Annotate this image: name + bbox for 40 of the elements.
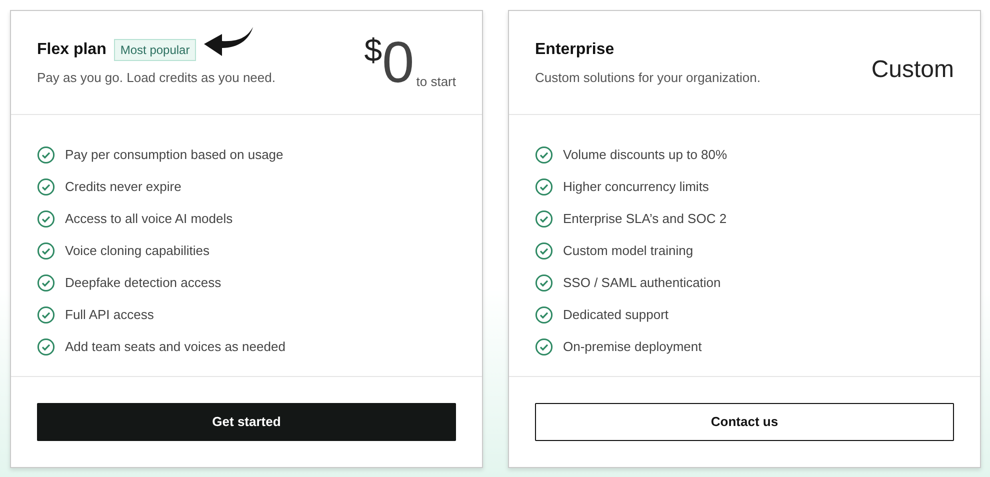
- check-circle-icon: [535, 338, 553, 356]
- feature-text: Dedicated support: [563, 306, 669, 324]
- feature-text: On-premise deployment: [563, 338, 702, 356]
- feature-text: Credits never expire: [65, 178, 182, 196]
- feature-text: Enterprise SLA’s and SOC 2: [563, 210, 727, 228]
- price-suffix: to start: [416, 73, 456, 91]
- check-circle-icon: [37, 210, 55, 228]
- check-circle-icon: [535, 178, 553, 196]
- contact-button[interactable]: Contact us: [535, 403, 954, 441]
- feature-text: Full API access: [65, 306, 154, 324]
- check-circle-icon: [535, 242, 553, 260]
- feature-text: Deepfake detection access: [65, 274, 222, 292]
- plan-title: Flex plan: [37, 40, 106, 60]
- feature-text: Volume discounts up to 80%: [563, 146, 728, 164]
- check-circle-icon: [37, 274, 55, 292]
- feature-text: Add team seats and voices as needed: [65, 338, 286, 356]
- price-label: Custom: [871, 54, 954, 84]
- check-circle-icon: [37, 306, 55, 324]
- currency-symbol: $: [364, 34, 382, 66]
- check-circle-icon: [37, 338, 55, 356]
- check-circle-icon: [37, 146, 55, 164]
- price-amount: 0: [382, 34, 414, 92]
- plan-title: Enterprise: [535, 40, 614, 60]
- feature-text: SSO / SAML authentication: [563, 274, 721, 292]
- feature-text: Voice cloning capabilities: [65, 242, 210, 260]
- feature-text: Pay per consumption based on usage: [65, 146, 284, 164]
- check-circle-icon: [535, 146, 553, 164]
- check-circle-icon: [535, 210, 553, 228]
- check-circle-icon: [535, 274, 553, 292]
- feature-text: Higher concurrency limits: [563, 178, 709, 196]
- popular-tag: Most popular: [114, 38, 196, 61]
- curved-arrow-icon: [202, 26, 254, 58]
- check-circle-icon: [37, 178, 55, 196]
- feature-text: Custom model training: [563, 242, 694, 260]
- plan-description: Custom solutions for your organization.: [535, 68, 760, 87]
- get-started-button[interactable]: Get started: [37, 403, 456, 441]
- check-circle-icon: [535, 306, 553, 324]
- feature-text: Access to all voice AI models: [65, 210, 233, 228]
- check-circle-icon: [37, 242, 55, 260]
- plan-description: Pay as you go. Load credits as you need.: [37, 68, 276, 87]
